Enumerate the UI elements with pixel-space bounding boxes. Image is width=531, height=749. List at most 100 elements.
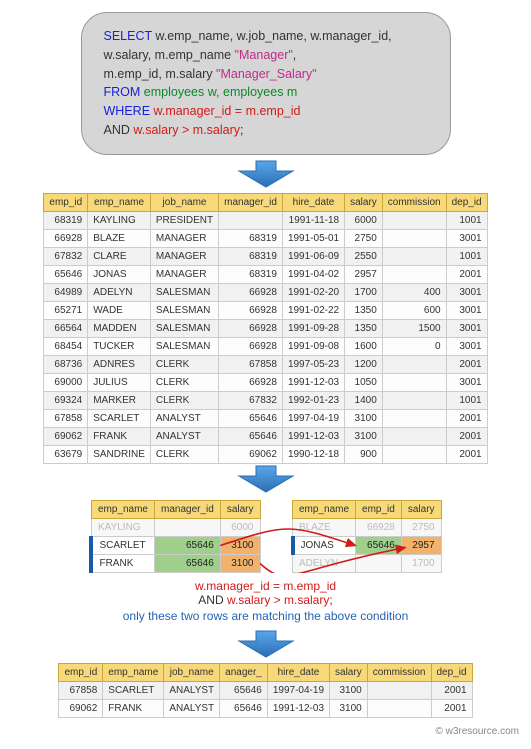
cell: ANALYST bbox=[164, 699, 220, 717]
cell: 3001 bbox=[446, 319, 487, 337]
cond-part-1: w.manager_id = m.emp_id bbox=[195, 579, 336, 593]
cell: 1400 bbox=[345, 391, 383, 409]
cell: 69062 bbox=[219, 445, 283, 463]
cell: TUCKER bbox=[88, 337, 151, 355]
cell: SCARLET bbox=[91, 536, 154, 554]
table-row: 66564MADDENSALESMAN669281991-09-28135015… bbox=[44, 319, 487, 337]
col-emp_name: emp_name bbox=[91, 500, 154, 518]
cell: 1991-12-03 bbox=[282, 427, 344, 445]
cell: 65646 bbox=[219, 409, 283, 427]
cond-part-2: w.salary > m.salary bbox=[227, 593, 329, 607]
cell: MADDEN bbox=[88, 319, 151, 337]
sql-comma: , bbox=[293, 48, 296, 62]
col-dep_id: dep_id bbox=[431, 663, 472, 681]
col-salary: salary bbox=[345, 193, 383, 211]
cell: WADE bbox=[88, 301, 151, 319]
cell: 1991-02-22 bbox=[282, 301, 344, 319]
cell: 1991-12-03 bbox=[267, 699, 329, 717]
cell bbox=[382, 409, 446, 427]
cell: 66928 bbox=[219, 373, 283, 391]
sql-statement-box: SELECT w.emp_name, w.job_name, w.manager… bbox=[81, 12, 451, 155]
col-salary: salary bbox=[330, 663, 368, 681]
cell bbox=[382, 229, 446, 247]
col-commission: commission bbox=[382, 193, 446, 211]
cell: MANAGER bbox=[150, 247, 218, 265]
sql-cond-1: w.manager_id = m.emp_id bbox=[150, 104, 300, 118]
sql-tables: employees w, employees m bbox=[140, 85, 297, 99]
cell: 2957 bbox=[345, 265, 383, 283]
col-job_name: job_name bbox=[150, 193, 218, 211]
cell: JULIUS bbox=[88, 373, 151, 391]
cell: 1700 bbox=[401, 554, 441, 572]
cell: ADNRES bbox=[88, 355, 151, 373]
cell: 3100 bbox=[345, 427, 383, 445]
arrow-down-icon bbox=[231, 159, 301, 189]
match-caption: only these two rows are matching the abo… bbox=[12, 609, 519, 623]
table-row: 65271WADESALESMAN669281991-02-2213506003… bbox=[44, 301, 487, 319]
cell: 68736 bbox=[44, 355, 88, 373]
cell: CLERK bbox=[150, 355, 218, 373]
cell: 66928 bbox=[219, 283, 283, 301]
cell bbox=[367, 699, 431, 717]
col-commission: commission bbox=[367, 663, 431, 681]
cell: BLAZE bbox=[88, 229, 151, 247]
cell: CLERK bbox=[150, 445, 218, 463]
cell: BLAZE bbox=[293, 518, 356, 536]
cell: JONAS bbox=[88, 265, 151, 283]
table-row: 67832CLAREMANAGER683191991-06-0925501001 bbox=[44, 247, 487, 265]
cell: ANALYST bbox=[164, 681, 220, 699]
table-row: 65646JONASMANAGER683191991-04-0229572001 bbox=[44, 265, 487, 283]
cell: 2750 bbox=[401, 518, 441, 536]
cell: 67858 bbox=[44, 409, 88, 427]
result-header-row: emp_idemp_namejob_nameanager_hire_datesa… bbox=[59, 663, 472, 681]
cell: MANAGER bbox=[150, 229, 218, 247]
cell: 1001 bbox=[446, 391, 487, 409]
table-row: 67858SCARLETANALYST656461997-04-19310020… bbox=[44, 409, 487, 427]
cell: SALESMAN bbox=[150, 337, 218, 355]
col-anager_: anager_ bbox=[220, 663, 268, 681]
cell: 1001 bbox=[446, 211, 487, 229]
footer-credit: © w3resource.com bbox=[12, 726, 519, 737]
kw-where: WHERE bbox=[104, 104, 151, 118]
cell: 600 bbox=[382, 301, 446, 319]
table-row: 68454TUCKERSALESMAN669281991-09-08160003… bbox=[44, 337, 487, 355]
cell bbox=[382, 445, 446, 463]
kw-and: AND bbox=[104, 123, 130, 137]
cell: 67858 bbox=[219, 355, 283, 373]
cell: 900 bbox=[345, 445, 383, 463]
table-row: 64989ADELYNSALESMAN669281991-02-20170040… bbox=[44, 283, 487, 301]
cell: 1990-12-18 bbox=[282, 445, 344, 463]
cell: 2001 bbox=[446, 427, 487, 445]
table-row: 63679SANDRINECLERK690621990-12-189002001 bbox=[44, 445, 487, 463]
cell: CLERK bbox=[150, 391, 218, 409]
cell: 1500 bbox=[382, 319, 446, 337]
cell: 2550 bbox=[345, 247, 383, 265]
cell: 67832 bbox=[219, 391, 283, 409]
cell: SCARLET bbox=[88, 409, 151, 427]
worker-subset-table: emp_namemanager_idsalary KAYLING6000 SCA… bbox=[89, 500, 260, 573]
join-comparison-row: emp_namemanager_idsalary KAYLING6000 SCA… bbox=[12, 500, 519, 573]
cell: 6000 bbox=[345, 211, 383, 229]
col-emp_id: emp_id bbox=[59, 663, 103, 681]
cell: KAYLING bbox=[88, 211, 151, 229]
cell: SALESMAN bbox=[150, 301, 218, 319]
cell: 1991-04-02 bbox=[282, 265, 344, 283]
cell: 3100 bbox=[345, 409, 383, 427]
cell: 3100 bbox=[220, 536, 260, 554]
col-salary: salary bbox=[401, 500, 441, 518]
cell: 67832 bbox=[44, 247, 88, 265]
table-row: 69324MARKERCLERK678321992-01-2314001001 bbox=[44, 391, 487, 409]
cell: ADELYN bbox=[88, 283, 151, 301]
cell bbox=[382, 265, 446, 283]
cell: SCARLET bbox=[103, 681, 164, 699]
cell bbox=[382, 247, 446, 265]
cell: KAYLING bbox=[91, 518, 154, 536]
cell: 65646 bbox=[220, 681, 268, 699]
cell bbox=[382, 427, 446, 445]
cell: 69062 bbox=[59, 699, 103, 717]
cell: 1991-02-20 bbox=[282, 283, 344, 301]
arrow-down-icon bbox=[231, 464, 301, 494]
cell: FRANK bbox=[88, 427, 151, 445]
col-emp_id: emp_id bbox=[44, 193, 88, 211]
col-emp_id: emp_id bbox=[356, 500, 402, 518]
